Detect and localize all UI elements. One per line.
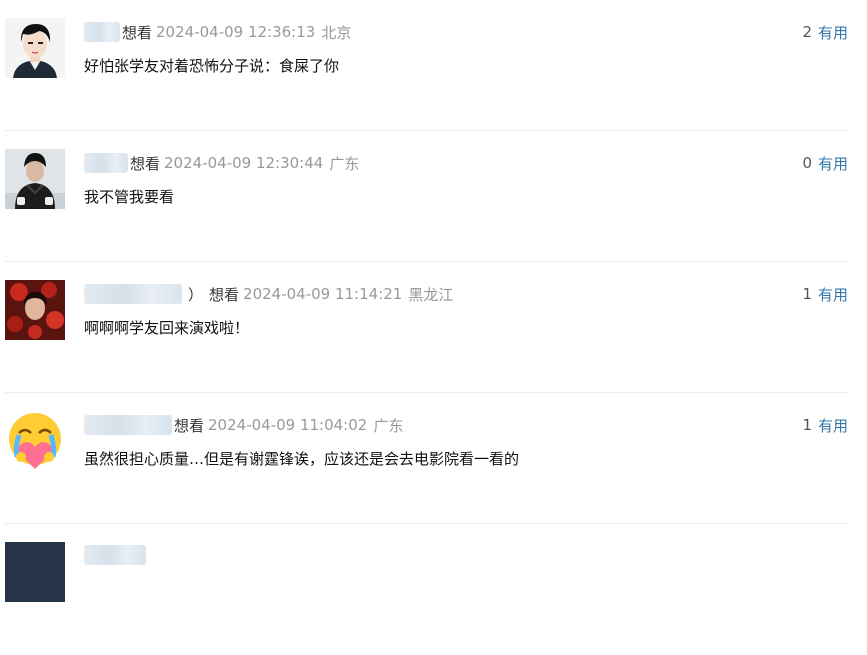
comment-meta: ） 想看 2024-04-09 11:14:21 黑龙江: [84, 283, 453, 305]
vote-area: 0 有用: [802, 152, 848, 174]
blurred-username[interactable]: [84, 415, 172, 435]
comment-time: 2024-04-09 12:30:44: [164, 154, 324, 172]
blurred-username[interactable]: [84, 545, 146, 565]
comment-location: 黑龙江: [408, 285, 454, 304]
useful-vote-button[interactable]: 有用: [818, 153, 848, 174]
comment-meta: 想看 2024-04-09 12:36:13 北京: [84, 21, 351, 43]
vote-count: 1: [802, 416, 812, 434]
vote-area: 2 有用: [802, 21, 848, 43]
comment-content: 虽然很担心质量…但是有谢霆锋诶，应该还是会去电影院看一看的: [84, 450, 520, 468]
username-suffix: ）: [188, 285, 204, 304]
comment-content: 啊啊啊学友回来演戏啦！: [84, 319, 250, 337]
comment-item-partial: [0, 524, 867, 655]
useful-vote-button[interactable]: 有用: [818, 415, 848, 436]
blurred-username[interactable]: [84, 153, 128, 173]
rating-status: 想看: [130, 154, 161, 173]
comment-location: 北京: [321, 23, 352, 42]
comment-item: ） 想看 2024-04-09 11:14:21 黑龙江 1 有用 啊啊啊学友回…: [0, 262, 867, 393]
comment-location: 广东: [329, 154, 360, 173]
comment-item: 想看 2024-04-09 12:36:13 北京 2 有用 好怕张学友对着恐怖…: [0, 0, 867, 131]
vote-count: 0: [802, 154, 812, 172]
vote-area: 1 有用: [802, 283, 848, 305]
useful-vote-button[interactable]: 有用: [818, 284, 848, 305]
comment-meta: 想看 2024-04-09 12:30:44 广东: [84, 152, 359, 174]
comment-time: 2024-04-09 12:36:13: [156, 23, 316, 41]
comment-content: 我不管我要看: [84, 188, 175, 206]
comment-item: 想看 2024-04-09 12:30:44 广东 0 有用 我不管我要看: [0, 131, 867, 262]
crying-heart-emoji-avatar[interactable]: [5, 411, 65, 471]
blurred-username[interactable]: [84, 284, 182, 304]
vote-count: 2: [802, 23, 812, 41]
rating-status: 想看: [209, 285, 240, 304]
comment-meta: 想看 2024-04-09 11:04:02 广东: [84, 414, 403, 436]
red-flowers-avatar[interactable]: [5, 280, 65, 340]
comment-location: 广东: [373, 416, 404, 435]
vote-area: 1 有用: [802, 414, 848, 436]
comment-item: 想看 2024-04-09 11:04:02 广东 1 有用 虽然很担心质量…但…: [0, 393, 867, 524]
vote-count: 1: [802, 285, 812, 303]
comment-time: 2024-04-09 11:04:02: [208, 416, 368, 434]
rating-status: 想看: [174, 416, 205, 435]
comment-content: 好怕张学友对着恐怖分子说：食屎了你: [84, 57, 340, 75]
blurred-username[interactable]: [84, 22, 120, 42]
comment-meta: [84, 544, 146, 566]
rating-status: 想看: [122, 23, 153, 42]
winter-person-avatar[interactable]: [5, 149, 65, 209]
comment-time: 2024-04-09 11:14:21: [243, 285, 403, 303]
dark-avatar[interactable]: [5, 542, 65, 602]
useful-vote-button[interactable]: 有用: [818, 22, 848, 43]
cartoon-boy-avatar[interactable]: [5, 18, 65, 78]
